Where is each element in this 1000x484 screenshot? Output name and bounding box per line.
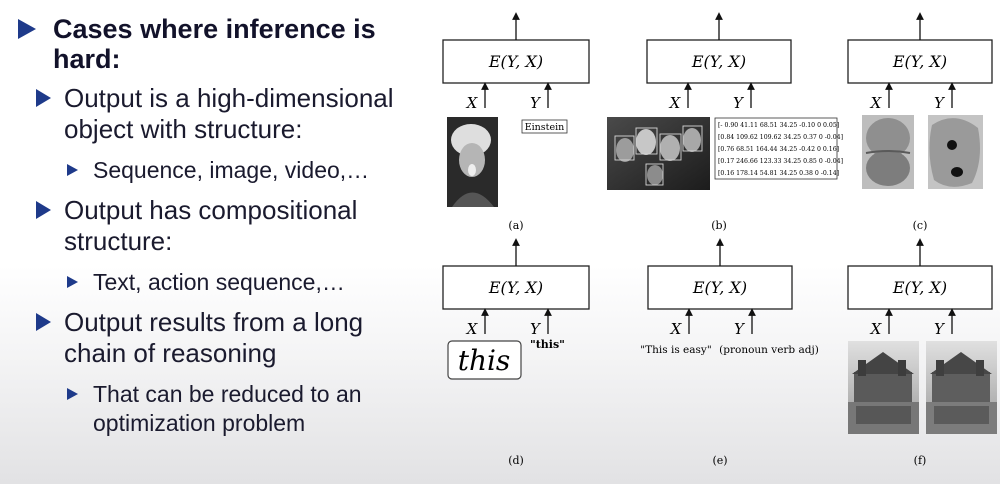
x-label: X xyxy=(669,94,682,112)
y-label: Y xyxy=(934,320,946,338)
handwriting-sample: this xyxy=(458,344,511,377)
item-3-sub-1: That can be reduced to an xyxy=(93,381,362,407)
castle-photo-clean xyxy=(926,341,997,434)
panel-label-c: (c) xyxy=(913,219,928,232)
x-label: X xyxy=(466,94,479,112)
bullet-triangle-icon xyxy=(67,388,78,400)
input-sentence: "This is easy" xyxy=(640,344,711,356)
heading-line-1: Cases where inference is xyxy=(53,14,376,44)
item-3-sub-2: optimization problem xyxy=(93,410,306,436)
y-label: Y xyxy=(934,94,946,112)
bullet-list: Cases where inference is hard: Output is… xyxy=(0,0,440,484)
y-label: Y xyxy=(530,320,542,338)
mri-image xyxy=(862,115,914,189)
energy-label: E(Y, X) xyxy=(892,52,947,71)
item-3-line-1: Output results from a long xyxy=(64,307,364,337)
einstein-label: Einstein xyxy=(525,122,565,133)
matrix-row: [- 0.90 41.11 68.51 34.25 -0.10 0 0.05] xyxy=(718,122,839,129)
item-1-sub-1: Sequence, image, video,… xyxy=(93,157,370,183)
item-1-line-2: object with structure: xyxy=(64,114,303,144)
item-2-line-1: Output has compositional xyxy=(64,195,358,225)
energy-label: E(Y, X) xyxy=(488,52,543,71)
x-label: X xyxy=(870,320,883,338)
panel-a: E(Y, X) X Y Einstein (a) xyxy=(442,12,590,232)
segmentation-image xyxy=(928,115,983,189)
energy-label: E(Y, X) xyxy=(691,52,746,71)
matrix-row: [0.16 178.14 54.81 34.25 0.38 0 -0.14] xyxy=(718,170,839,177)
y-label: Y xyxy=(733,94,745,112)
y-label: Y xyxy=(734,320,746,338)
output-tags: (pronoun verb adj) xyxy=(719,344,819,356)
panel-c: E(Y, X) X Y (c) xyxy=(847,12,993,232)
bullet-triangle-icon xyxy=(67,164,78,176)
panel-b: E(Y, X) X Y [- 0.90 41.11 68.51 34.25 -0… xyxy=(607,12,843,232)
energy-label: E(Y, X) xyxy=(892,278,947,297)
bullet-triangle-icon xyxy=(36,313,51,331)
panel-label-b: (b) xyxy=(711,219,727,232)
energy-label: E(Y, X) xyxy=(692,278,747,297)
panel-d: E(Y, X) X Y this "this" (d) xyxy=(442,238,590,467)
energy-model-figure: E(Y, X) X Y Einstein (a) E(Y, X) X Y [- … xyxy=(442,12,997,467)
panel-label-a: (a) xyxy=(508,219,523,232)
heading-line-2: hard: xyxy=(53,44,121,74)
item-1-line-1: Output is a high-dimensional xyxy=(64,83,394,113)
group-photo xyxy=(607,117,710,190)
panel-f: E(Y, X) X Y (f) xyxy=(847,238,997,467)
panel-label-e: (e) xyxy=(712,454,727,467)
bullet-triangle-icon xyxy=(18,19,36,39)
matrix-row: [0.76 68.51 164.44 34.25 -0.42 0 0.16] xyxy=(718,146,839,153)
energy-label: E(Y, X) xyxy=(488,278,543,297)
item-3-line-2: chain of reasoning xyxy=(64,338,277,368)
bullet-triangle-icon xyxy=(36,89,51,107)
castle-photo-noisy xyxy=(848,341,919,434)
y-label: Y xyxy=(530,94,542,112)
matrix-row: [0.84 109.62 109.62 34.25 0.37 0 -0.04] xyxy=(718,134,843,141)
item-2-sub-1: Text, action sequence,… xyxy=(93,269,345,295)
matrix-row: [0.17 246.66 123.33 34.25 0.85 0 -0.04] xyxy=(718,158,843,165)
x-label: X xyxy=(670,320,683,338)
panel-e: E(Y, X) X Y "This is easy" (pronoun verb… xyxy=(640,238,819,467)
panel-label-f: (f) xyxy=(914,454,927,467)
panel-label-d: (d) xyxy=(508,454,524,467)
label-this: "this" xyxy=(530,338,565,351)
x-label: X xyxy=(870,94,883,112)
item-2-line-2: structure: xyxy=(64,226,173,256)
bullet-triangle-icon xyxy=(36,201,51,219)
bullet-triangle-icon xyxy=(67,276,78,288)
x-label: X xyxy=(466,320,479,338)
portrait-photo xyxy=(447,117,498,207)
